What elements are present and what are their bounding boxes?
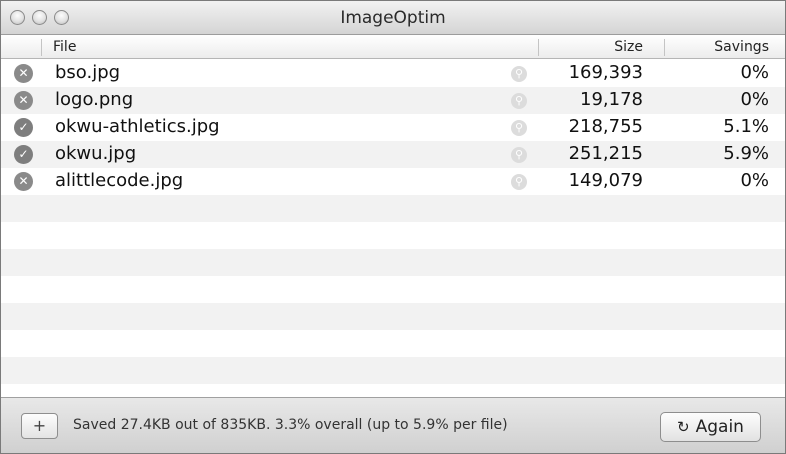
column-divider [41,39,42,56]
file-name: alittlecode.jpg [55,170,184,191]
checkmark-circle-icon: ✓ [14,145,33,164]
x-circle-icon: ✕ [14,64,33,83]
column-header-size[interactable]: Size [614,39,643,55]
again-button[interactable]: ↻ Again [660,412,761,442]
magnifier-icon[interactable]: ⚲ [511,66,527,82]
file-name: logo.png [55,89,134,110]
file-savings: 0% [740,89,769,110]
table-row[interactable]: ✓ okwu-athletics.jpg ⚲ 218,755 5.1% [1,114,785,141]
row-stripe [1,303,785,330]
table-row[interactable]: ✕ bso.jpg ⚲ 169,393 0% [1,60,785,87]
file-size: 19,178 [580,89,643,110]
column-divider [664,39,665,56]
refresh-icon: ↻ [677,418,690,436]
file-savings: 0% [740,62,769,83]
file-name: bso.jpg [55,62,121,83]
magnifier-icon[interactable]: ⚲ [511,93,527,109]
magnifier-icon[interactable]: ⚲ [511,147,527,163]
magnifier-icon[interactable]: ⚲ [511,120,527,136]
column-header-file[interactable]: File [53,39,76,55]
row-stripe [1,249,785,276]
status-bar: + Saved 27.4KB out of 835KB. 3.3% overal… [1,397,785,453]
app-window: ImageOptim File Size Savings ✕ bso.jpg ⚲… [0,0,786,454]
x-circle-icon: ✕ [14,172,33,191]
add-files-button[interactable]: + [21,413,58,439]
again-label: Again [695,417,744,437]
x-circle-icon: ✕ [14,91,33,110]
column-header-savings[interactable]: Savings [714,39,769,55]
file-size: 251,215 [568,143,643,164]
file-size: 169,393 [568,62,643,83]
file-savings: 0% [740,170,769,191]
window-title: ImageOptim [340,8,446,28]
table-row[interactable]: ✕ alittlecode.jpg ⚲ 149,079 0% [1,168,785,195]
column-divider [538,39,539,56]
file-savings: 5.9% [723,143,769,164]
title-bar: ImageOptim [1,1,785,35]
table-row[interactable]: ✓ okwu.jpg ⚲ 251,215 5.9% [1,141,785,168]
row-stripe [1,195,785,222]
file-name: okwu-athletics.jpg [55,116,220,137]
row-stripe [1,357,785,384]
column-header: File Size Savings [1,35,785,59]
table-row[interactable]: ✕ logo.png ⚲ 19,178 0% [1,87,785,114]
file-name: okwu.jpg [55,143,137,164]
magnifier-icon[interactable]: ⚲ [511,174,527,190]
file-size: 149,079 [568,170,643,191]
savings-summary: Saved 27.4KB out of 835KB. 3.3% overall … [73,417,508,433]
file-size: 218,755 [568,116,643,137]
checkmark-circle-icon: ✓ [14,118,33,137]
file-savings: 5.1% [723,116,769,137]
file-list: ✕ bso.jpg ⚲ 169,393 0% ✕ logo.png ⚲ 19,1… [1,60,785,397]
